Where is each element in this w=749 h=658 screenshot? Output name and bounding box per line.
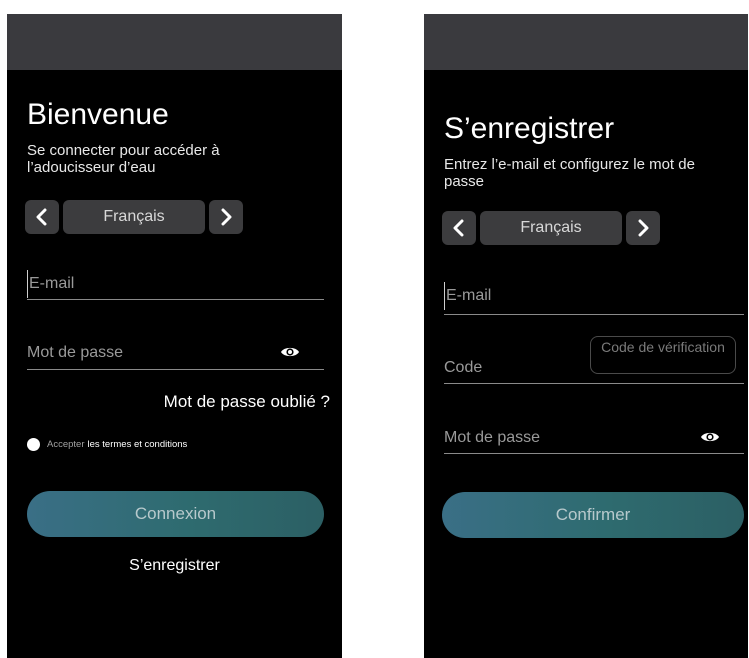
email-field-wrapper [27,270,326,300]
language-next-button[interactable] [626,211,660,245]
language-next-button[interactable] [209,200,243,234]
language-selector: Français [25,200,243,234]
register-link[interactable]: S’enregistrer [7,557,342,575]
language-label: Français [63,200,205,234]
password-field-wrapper [444,424,744,454]
email-field-wrapper [444,282,746,315]
status-bar [424,14,748,70]
forgot-password-link[interactable]: Mot de passe oublié ? [164,392,330,412]
chevron-left-icon [453,219,464,237]
language-selector: Français [442,211,660,245]
language-label: Français [480,211,622,245]
eye-icon[interactable] [280,345,300,359]
register-screen: S’enregistrer Entrez l’e-mail et configu… [424,14,748,658]
password-field[interactable] [444,424,744,452]
chevron-right-icon [221,208,232,226]
page-subtitle: Entrez l’e-mail et configurez le mot de … [444,156,695,190]
terms-checkbox-row: Accepter les termes et conditions [27,438,187,451]
send-code-button[interactable]: Code de vérification [590,336,736,374]
page-title: S’enregistrer [444,112,615,145]
password-field-wrapper [27,339,324,370]
login-button[interactable]: Connexion [27,491,324,537]
terms-radio[interactable] [27,438,40,451]
email-field[interactable] [444,282,746,310]
language-prev-button[interactable] [442,211,476,245]
terms-prefix: Accepter [47,439,85,450]
confirm-button[interactable]: Confirmer [442,492,744,538]
status-bar [7,14,342,70]
page-title: Bienvenue [27,98,169,131]
chevron-left-icon [36,208,47,226]
language-prev-button[interactable] [25,200,59,234]
chevron-right-icon [638,219,649,237]
page-subtitle: Se connecter pour accéder à l’adoucisseu… [27,142,220,176]
terms-link[interactable]: les termes et conditions [88,439,188,450]
login-screen: Bienvenue Se connecter pour accéder à l’… [7,14,342,658]
code-field[interactable] [444,354,584,382]
eye-icon[interactable] [700,430,720,444]
email-field[interactable] [27,270,326,298]
